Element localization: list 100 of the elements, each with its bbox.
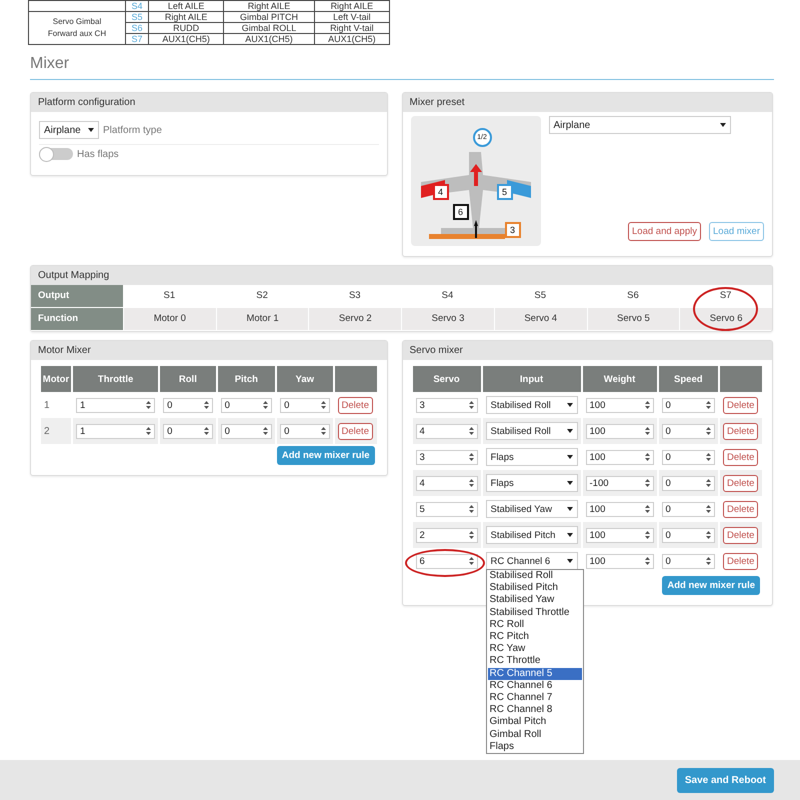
spinner-icon: [320, 401, 326, 409]
table-cell: Right V-tail: [314, 22, 390, 34]
number-field[interactable]: 0: [662, 554, 715, 568]
number-field[interactable]: 3: [416, 398, 478, 412]
function-cell: Servo 3: [401, 308, 494, 330]
dropdown-option[interactable]: RC Yaw: [488, 643, 582, 656]
delete-button[interactable]: Delete: [723, 422, 758, 440]
input-select[interactable]: Flaps: [486, 474, 578, 492]
spinner-icon: [468, 401, 474, 409]
dropdown-option[interactable]: RC Throttle: [488, 655, 582, 668]
number-field[interactable]: 0: [220, 424, 272, 438]
table-cell: AUX1(CH5): [224, 34, 314, 44]
channel-label: 6: [452, 204, 469, 220]
input-select[interactable]: Stabilised Roll: [486, 396, 578, 414]
output-cell-text: S3: [348, 289, 362, 303]
input-select[interactable]: Stabilised Yaw: [486, 500, 578, 518]
output-cell-text: S5: [533, 289, 548, 303]
number-field[interactable]: 6: [416, 554, 478, 568]
output-cell: S4: [126, 0, 148, 12]
number-field[interactable]: 0: [163, 424, 213, 438]
table-cell: RUDD: [148, 22, 224, 34]
delete-button[interactable]: Delete: [723, 448, 758, 466]
panel-title: Mixer preset: [402, 93, 772, 112]
number-field[interactable]: 4: [416, 476, 478, 490]
number-field[interactable]: 0: [662, 398, 715, 412]
dropdown-option[interactable]: RC Channel 8: [488, 704, 582, 716]
spinner-icon: [644, 557, 650, 565]
delete-button[interactable]: Delete: [723, 396, 758, 414]
number-field[interactable]: 1: [76, 424, 156, 438]
spinner-icon: [468, 505, 474, 513]
function-cell: Motor 1: [216, 308, 308, 330]
caret-icon: [566, 507, 573, 511]
number-field[interactable]: 3: [416, 450, 478, 464]
number-field[interactable]: -100: [586, 476, 654, 490]
input-select[interactable]: Flaps: [486, 448, 578, 466]
dropdown-option[interactable]: RC Pitch: [488, 631, 582, 644]
delete-button[interactable]: Delete: [723, 500, 758, 518]
number-field[interactable]: 0: [280, 424, 330, 438]
spinner-icon: [706, 479, 711, 487]
column-header: Motor: [41, 366, 71, 392]
number-field[interactable]: 1: [76, 398, 156, 412]
spinner-icon: [706, 401, 711, 409]
preset-button[interactable]: Load and apply: [628, 222, 701, 241]
number-field[interactable]: 0: [662, 502, 715, 516]
delete-button[interactable]: Delete: [723, 474, 758, 492]
number-field[interactable]: 100: [586, 398, 654, 412]
function-cell: Servo 4: [494, 308, 587, 330]
number-field[interactable]: 0: [662, 476, 715, 490]
dropdown-option[interactable]: Flaps: [488, 740, 582, 754]
dropdown-option[interactable]: RC Channel 7: [488, 692, 582, 704]
column-header: Weight: [582, 366, 657, 392]
dropdown-option[interactable]: Stabilised Yaw: [488, 594, 582, 607]
number-field[interactable]: 100: [586, 424, 654, 438]
delete-button[interactable]: Delete: [338, 396, 373, 414]
number-field[interactable]: 0: [662, 424, 715, 438]
caret-icon: [566, 481, 573, 485]
dropdown-option[interactable]: RC Channel 6: [488, 680, 582, 692]
row-header: Output: [31, 285, 123, 308]
table-cell: Gimbal PITCH: [224, 12, 314, 22]
dropdown-option[interactable]: RC Roll: [488, 618, 582, 632]
output-cell: S7: [126, 34, 148, 44]
dropdown-option[interactable]: Stabilised Roll: [488, 570, 582, 582]
number-field[interactable]: 0: [220, 398, 272, 412]
input-select[interactable]: RC Channel 6: [486, 552, 578, 570]
function-cell: Motor 0: [123, 308, 216, 330]
number-field[interactable]: 100: [586, 528, 654, 542]
dropdown-option[interactable]: Gimbal Roll: [488, 728, 582, 741]
flaps-toggle[interactable]: [39, 148, 73, 160]
number-field[interactable]: 0: [280, 398, 330, 412]
dropdown-option[interactable]: RC Channel 5: [488, 668, 582, 680]
dropdown-option[interactable]: Stabilised Pitch: [488, 582, 582, 594]
input-select[interactable]: Stabilised Pitch: [486, 526, 578, 544]
caret-icon: [566, 559, 573, 563]
spinner-icon: [644, 401, 650, 409]
number-field[interactable]: 0: [163, 398, 213, 412]
output-cell: S5: [126, 12, 148, 22]
number-field[interactable]: 100: [586, 554, 654, 568]
preset-select[interactable]: Airplane: [548, 116, 731, 134]
spinner-icon: [146, 427, 152, 435]
delete-button[interactable]: Delete: [723, 552, 758, 570]
number-field[interactable]: 4: [416, 424, 478, 438]
spinner-icon: [204, 427, 209, 435]
output-cell-text: S7: [718, 289, 732, 303]
dropdown-option[interactable]: Gimbal Pitch: [488, 716, 582, 729]
number-field[interactable]: 0: [662, 528, 715, 542]
platform-select[interactable]: Airplane: [39, 121, 99, 139]
number-field[interactable]: 100: [586, 502, 654, 516]
number-field[interactable]: 2: [416, 528, 478, 542]
table-cell: AUX1(CH5): [314, 34, 390, 44]
spinner-icon: [204, 401, 209, 409]
number-field[interactable]: 100: [586, 450, 654, 464]
spinner-icon: [644, 453, 650, 461]
input-select[interactable]: Stabilised Roll: [486, 422, 578, 440]
output-cell-text: S1: [162, 289, 176, 303]
number-field[interactable]: 5: [416, 502, 478, 516]
delete-button[interactable]: Delete: [338, 422, 373, 440]
spinner-icon: [706, 427, 711, 435]
delete-button[interactable]: Delete: [723, 526, 758, 544]
number-field[interactable]: 0: [662, 450, 715, 464]
dropdown-option[interactable]: Stabilised Throttle: [488, 606, 582, 619]
